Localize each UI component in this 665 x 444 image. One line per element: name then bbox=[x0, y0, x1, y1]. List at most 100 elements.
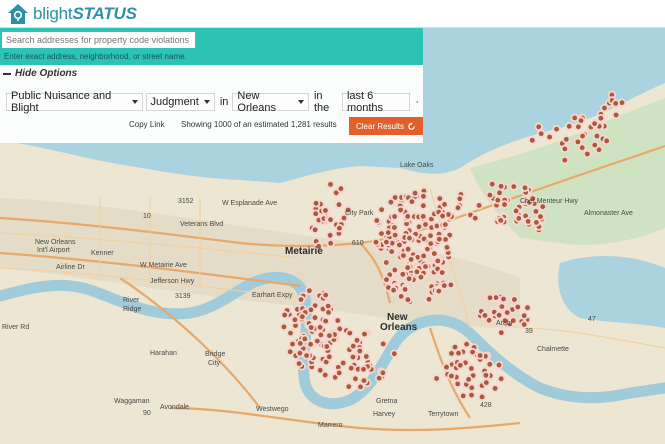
violation-marker[interactable] bbox=[405, 214, 411, 219]
hide-options-toggle[interactable]: Hide Options bbox=[3, 68, 77, 79]
violation-marker[interactable] bbox=[358, 384, 363, 390]
violation-marker[interactable] bbox=[328, 182, 333, 187]
violation-marker[interactable] bbox=[487, 295, 493, 301]
violation-marker[interactable] bbox=[449, 373, 454, 379]
violation-marker[interactable] bbox=[515, 304, 521, 310]
violation-marker[interactable] bbox=[385, 230, 391, 236]
violation-marker[interactable] bbox=[448, 282, 454, 288]
violation-marker[interactable] bbox=[469, 385, 475, 391]
violation-marker[interactable] bbox=[452, 344, 458, 350]
violation-marker[interactable] bbox=[350, 354, 356, 360]
violation-marker[interactable] bbox=[397, 242, 402, 248]
violation-marker[interactable] bbox=[538, 214, 543, 220]
violation-marker[interactable] bbox=[525, 219, 531, 224]
violation-marker[interactable] bbox=[281, 324, 287, 330]
violation-marker[interactable] bbox=[405, 246, 411, 252]
violation-marker[interactable] bbox=[391, 287, 396, 293]
violation-marker[interactable] bbox=[498, 183, 504, 189]
violation-marker[interactable] bbox=[598, 115, 604, 121]
violation-marker[interactable] bbox=[328, 240, 334, 246]
violation-marker[interactable] bbox=[379, 231, 384, 237]
violation-marker[interactable] bbox=[619, 100, 625, 106]
violation-marker[interactable] bbox=[313, 211, 319, 217]
violation-marker[interactable] bbox=[326, 354, 332, 360]
violation-marker[interactable] bbox=[469, 392, 474, 398]
violation-marker[interactable] bbox=[327, 333, 332, 338]
violation-marker[interactable] bbox=[540, 204, 546, 210]
violation-marker[interactable] bbox=[400, 271, 406, 277]
violation-marker[interactable] bbox=[513, 208, 519, 214]
violation-marker[interactable] bbox=[335, 318, 341, 323]
violation-marker[interactable] bbox=[353, 376, 358, 382]
violation-marker[interactable] bbox=[302, 336, 308, 342]
violation-marker[interactable] bbox=[499, 304, 505, 309]
violation-marker[interactable] bbox=[296, 361, 302, 366]
violation-marker[interactable] bbox=[317, 324, 323, 330]
violation-marker[interactable] bbox=[443, 237, 448, 242]
violation-marker[interactable] bbox=[328, 217, 333, 223]
violation-marker[interactable] bbox=[323, 292, 329, 298]
violation-marker[interactable] bbox=[407, 235, 412, 241]
violation-marker[interactable] bbox=[576, 124, 581, 130]
violation-marker[interactable] bbox=[455, 205, 461, 211]
violation-marker[interactable] bbox=[347, 330, 353, 336]
violation-marker[interactable] bbox=[575, 139, 581, 145]
violation-marker[interactable] bbox=[326, 310, 331, 315]
violation-marker[interactable] bbox=[312, 227, 318, 233]
violation-marker[interactable] bbox=[314, 338, 320, 344]
violation-marker[interactable] bbox=[496, 312, 502, 318]
violation-marker[interactable] bbox=[437, 196, 443, 202]
violation-marker[interactable] bbox=[405, 297, 411, 303]
violation-marker[interactable] bbox=[457, 362, 463, 368]
violation-marker[interactable] bbox=[613, 112, 619, 118]
violation-marker[interactable] bbox=[308, 341, 313, 347]
violation-marker[interactable] bbox=[464, 341, 469, 347]
violation-marker[interactable] bbox=[338, 186, 344, 192]
violation-marker[interactable] bbox=[442, 202, 447, 207]
app-logo[interactable]: blightSTATUS bbox=[7, 3, 137, 25]
violation-marker[interactable] bbox=[392, 232, 398, 238]
violation-marker[interactable] bbox=[384, 277, 389, 282]
violation-marker[interactable] bbox=[579, 145, 585, 151]
violation-marker[interactable] bbox=[337, 225, 342, 231]
violation-marker[interactable] bbox=[299, 314, 305, 320]
violation-marker[interactable] bbox=[401, 253, 406, 258]
violation-marker[interactable] bbox=[402, 287, 408, 292]
violation-marker[interactable] bbox=[501, 296, 506, 302]
violation-marker[interactable] bbox=[436, 236, 442, 242]
violation-marker[interactable] bbox=[476, 203, 482, 208]
location-select[interactable]: New Orleans bbox=[232, 90, 309, 114]
violation-marker[interactable] bbox=[497, 190, 502, 196]
violation-marker[interactable] bbox=[418, 274, 424, 280]
violation-marker[interactable] bbox=[469, 366, 474, 371]
violation-marker[interactable] bbox=[522, 185, 528, 191]
violation-marker[interactable] bbox=[376, 375, 382, 381]
violation-marker[interactable] bbox=[613, 101, 619, 106]
violation-marker[interactable] bbox=[361, 378, 367, 383]
violation-marker[interactable] bbox=[444, 364, 449, 370]
violation-marker[interactable] bbox=[538, 131, 544, 137]
violation-marker[interactable] bbox=[388, 199, 394, 205]
violation-marker[interactable] bbox=[498, 218, 504, 223]
violation-marker[interactable] bbox=[442, 222, 448, 228]
violation-marker[interactable] bbox=[288, 330, 293, 336]
violation-marker[interactable] bbox=[602, 105, 607, 111]
violation-marker[interactable] bbox=[594, 133, 600, 139]
violation-marker[interactable] bbox=[405, 265, 411, 271]
violation-marker[interactable] bbox=[317, 367, 323, 373]
violation-marker[interactable] bbox=[380, 370, 386, 376]
violation-marker[interactable] bbox=[290, 341, 295, 347]
violation-marker[interactable] bbox=[384, 239, 389, 245]
violation-marker[interactable] bbox=[479, 394, 485, 400]
violation-marker[interactable] bbox=[436, 288, 442, 294]
violation-marker[interactable] bbox=[495, 197, 501, 203]
violation-marker[interactable] bbox=[409, 199, 415, 205]
violation-marker[interactable] bbox=[374, 218, 380, 223]
violation-marker[interactable] bbox=[504, 310, 510, 315]
violation-marker[interactable] bbox=[554, 126, 559, 132]
violation-marker[interactable] bbox=[391, 351, 397, 357]
violation-marker[interactable] bbox=[521, 313, 527, 319]
violation-marker[interactable] bbox=[379, 207, 384, 213]
violation-marker[interactable] bbox=[363, 354, 369, 359]
violation-marker[interactable] bbox=[304, 353, 309, 358]
